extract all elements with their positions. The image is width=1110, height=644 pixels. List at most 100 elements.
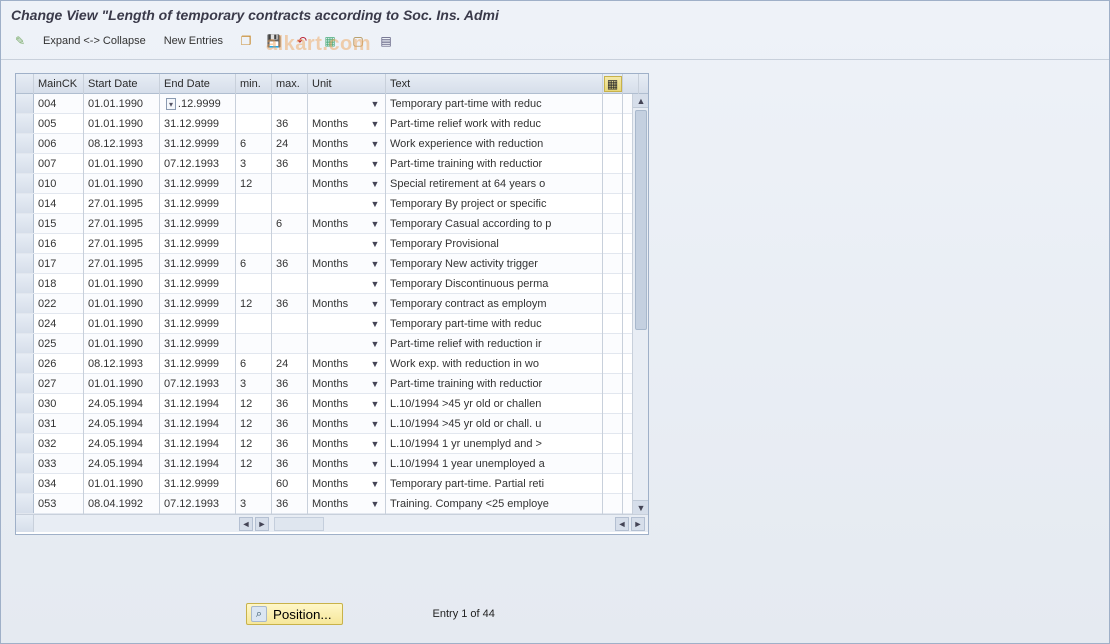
cell-max-input[interactable] [276, 318, 303, 330]
cell-start-date[interactable] [84, 294, 160, 314]
row-selector[interactable] [16, 414, 34, 433]
cell-min[interactable] [236, 334, 272, 354]
cell-max[interactable] [272, 114, 308, 134]
dropdown-arrow-icon[interactable]: ▼ [369, 439, 381, 449]
cell-unit[interactable]: ▼ [308, 94, 386, 114]
cell-end-date-input[interactable] [164, 118, 231, 130]
cell-text[interactable]: Part-time training with reductior [386, 374, 603, 394]
cell-unit[interactable]: ▼ [308, 274, 386, 294]
cell-text[interactable]: Temporary part-time with reduc [386, 314, 603, 334]
cell-start-date-input[interactable] [88, 298, 155, 310]
cell-max[interactable] [272, 434, 308, 454]
cell-unit[interactable]: Months▼ [308, 434, 386, 454]
cell-text[interactable]: Temporary part-time. Partial reti [386, 474, 603, 494]
cell-mainck-input[interactable] [38, 418, 79, 430]
select-all-button[interactable]: ▦ [319, 31, 341, 51]
cell-min-input[interactable] [240, 198, 267, 210]
cell-text[interactable]: Temporary New activity trigger [386, 254, 603, 274]
cell-end-date[interactable] [160, 374, 236, 394]
dropdown-arrow-icon[interactable]: ▼ [369, 379, 381, 389]
cell-min[interactable] [236, 434, 272, 454]
cell-min[interactable] [236, 494, 272, 514]
cell-mainck-input[interactable] [38, 398, 79, 410]
cell-start-date[interactable] [84, 374, 160, 394]
cell-end-date-input[interactable] [164, 378, 231, 390]
cell-unit[interactable]: ▼ [308, 234, 386, 254]
cell-text[interactable]: Temporary part-time with reduc [386, 94, 603, 114]
cell-min[interactable] [236, 194, 272, 214]
cell-end-date-input[interactable] [164, 278, 231, 290]
cell-text[interactable]: Temporary contract as employm [386, 294, 603, 314]
cell-start-date[interactable] [84, 274, 160, 294]
cell-start-date-input[interactable] [88, 258, 155, 270]
cell-max[interactable] [272, 294, 308, 314]
cell-max-input[interactable] [276, 138, 303, 150]
cell-mainck-input[interactable] [38, 318, 79, 330]
cell-mainck[interactable] [34, 474, 84, 494]
dropdown-arrow-icon[interactable]: ▼ [369, 479, 381, 489]
cell-mainck[interactable] [34, 454, 84, 474]
cell-start-date[interactable] [84, 354, 160, 374]
cell-start-date-input[interactable] [88, 378, 155, 390]
cell-max-input[interactable] [276, 158, 303, 170]
cell-start-date-input[interactable] [88, 458, 155, 470]
cell-start-date-input[interactable] [88, 238, 155, 250]
hscroll-left-next[interactable]: ► [255, 517, 269, 531]
cell-max-input[interactable] [276, 438, 303, 450]
cell-max-input[interactable] [276, 478, 303, 490]
cell-start-date[interactable] [84, 134, 160, 154]
row-selector[interactable] [16, 354, 34, 373]
cell-end-date-input[interactable] [164, 478, 231, 490]
cell-text[interactable]: Temporary Casual according to p [386, 214, 603, 234]
cell-mainck-input[interactable] [38, 258, 79, 270]
cell-min[interactable] [236, 274, 272, 294]
cell-start-date-input[interactable] [88, 438, 155, 450]
cell-min-input[interactable] [240, 318, 267, 330]
new-entries-button[interactable]: New Entries [158, 35, 229, 47]
cell-start-date-input[interactable] [88, 398, 155, 410]
cell-start-date-input[interactable] [88, 98, 155, 110]
cell-mainck-input[interactable] [38, 138, 79, 150]
cell-min-input[interactable] [240, 278, 267, 290]
cell-max[interactable] [272, 314, 308, 334]
cell-mainck-input[interactable] [38, 218, 79, 230]
cell-max-input[interactable] [276, 98, 303, 110]
cell-max-input[interactable] [276, 498, 303, 510]
scroll-thumb[interactable] [635, 110, 647, 330]
cell-start-date-input[interactable] [88, 178, 155, 190]
cell-end-date[interactable] [160, 134, 236, 154]
cell-end-date-input[interactable] [164, 498, 231, 510]
cell-start-date-input[interactable] [88, 158, 155, 170]
cell-end-date-input[interactable] [164, 438, 231, 450]
cell-text[interactable]: L.10/1994 1 year unemployed a [386, 454, 603, 474]
cell-max-input[interactable] [276, 398, 303, 410]
dropdown-arrow-icon[interactable]: ▼ [369, 259, 381, 269]
cell-unit[interactable]: Months▼ [308, 294, 386, 314]
cell-end-date[interactable] [160, 394, 236, 414]
cell-min[interactable] [236, 414, 272, 434]
cell-unit[interactable]: ▼ [308, 194, 386, 214]
cell-text[interactable]: Work exp. with reduction in wo [386, 354, 603, 374]
row-selector[interactable] [16, 274, 34, 293]
cell-mainck[interactable] [34, 174, 84, 194]
cell-text[interactable]: Work experience with reduction [386, 134, 603, 154]
cell-end-date-input[interactable] [164, 358, 231, 370]
cell-start-date-input[interactable] [88, 498, 155, 510]
dropdown-arrow-icon[interactable]: ▼ [369, 199, 381, 209]
cell-end-date-input[interactable] [164, 338, 231, 350]
cell-start-date[interactable] [84, 174, 160, 194]
dropdown-arrow-icon[interactable]: ▼ [369, 159, 381, 169]
cell-mainck-input[interactable] [38, 338, 79, 350]
cell-min-input[interactable] [240, 218, 267, 230]
deselect-all-button[interactable]: ▢ [347, 31, 369, 51]
cell-unit[interactable]: Months▼ [308, 254, 386, 274]
cell-mainck[interactable] [34, 314, 84, 334]
cell-end-date[interactable] [160, 174, 236, 194]
cell-min[interactable] [236, 134, 272, 154]
cell-end-date-input[interactable] [164, 158, 231, 170]
cell-end-date-input[interactable] [164, 138, 231, 150]
cell-end-date[interactable] [160, 414, 236, 434]
cell-min[interactable] [236, 154, 272, 174]
col-text[interactable]: Text [386, 74, 603, 94]
dropdown-arrow-icon[interactable]: ▼ [369, 459, 381, 469]
